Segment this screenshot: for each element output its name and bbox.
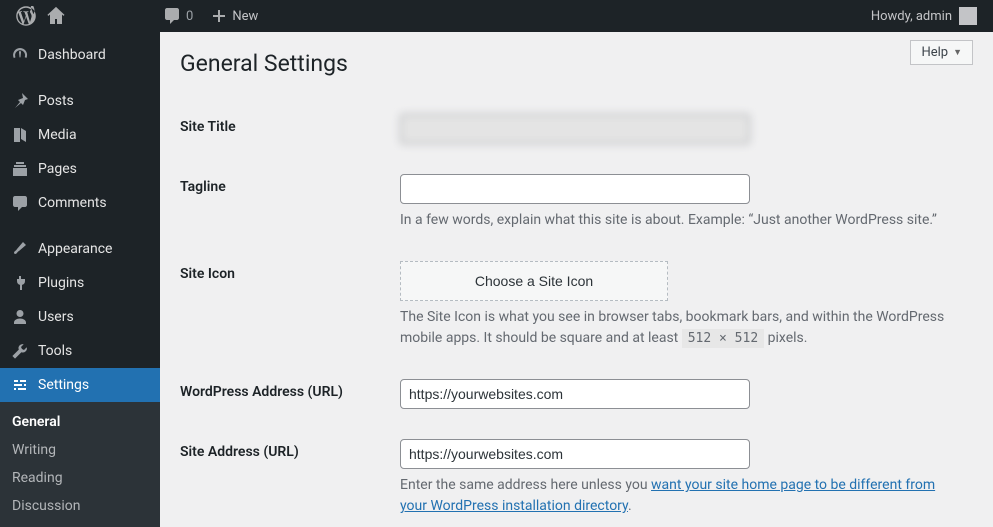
menu-plugins[interactable]: Plugins [0,266,160,300]
home-icon [46,6,66,26]
page-title: General Settings [180,50,973,77]
form-table: Site Title Tagline In a few words, expla… [180,99,973,527]
tagline-description: In a few words, explain what this site i… [400,210,963,231]
site-url-desc-b: . [628,498,632,514]
new-content[interactable]: New [201,0,266,32]
submenu-writing[interactable]: Writing [0,436,160,464]
menu-plugins-label: Plugins [38,275,84,291]
user-icon [10,307,30,327]
tagline-input[interactable] [400,174,750,204]
settings-submenu: General Writing Reading Discussion [0,402,160,527]
new-label: New [232,9,258,24]
dashboard-icon [10,45,30,65]
menu-dashboard[interactable]: Dashboard [0,38,160,72]
site-home[interactable] [44,0,74,32]
avatar [959,7,977,25]
menu-comments-label: Comments [38,195,107,211]
comments-count: 0 [186,9,193,24]
help-tab[interactable]: Help ▼ [910,40,973,65]
wp-url-input[interactable] [400,379,750,409]
sliders-icon [10,375,30,395]
menu-posts[interactable]: Posts [0,84,160,118]
menu-settings-label: Settings [38,377,89,393]
menu-pages[interactable]: Pages [0,152,160,186]
site-icon-desc-a: The Site Icon is what you see in browser… [400,309,944,346]
menu-tools-label: Tools [38,343,72,359]
my-account[interactable]: Howdy, admin [863,0,985,32]
chevron-down-icon: ▼ [953,47,962,58]
site-url-desc-a: Enter the same address here unless you [400,477,651,493]
submenu-reading[interactable]: Reading [0,464,160,492]
menu-tools[interactable]: Tools [0,334,160,368]
menu-appearance-label: Appearance [38,241,112,257]
plug-icon [10,273,30,293]
wordpress-icon [16,6,36,26]
menu-media-label: Media [38,127,77,143]
menu-pages-label: Pages [38,161,77,177]
submenu-general[interactable]: General [0,408,160,436]
site-url-description: Enter the same address here unless you w… [400,475,963,517]
site-title-input[interactable] [400,114,750,144]
menu-appearance[interactable]: Appearance [0,232,160,266]
tagline-label: Tagline [180,159,400,246]
brush-icon [10,239,30,259]
site-url-label: Site Address (URL) [180,424,400,527]
menu-settings[interactable]: Settings [0,368,160,402]
choose-site-icon-button[interactable]: Choose a Site Icon [400,261,668,301]
wp-url-label: WordPress Address (URL) [180,364,400,424]
menu-comments[interactable]: Comments [0,186,160,220]
comment-icon [162,6,182,26]
menu-users[interactable]: Users [0,300,160,334]
wpbody: Help ▼ General Settings Site Title Tagli… [160,32,993,527]
help-label: Help [921,45,948,60]
site-icon-code: 512 × 512 [682,329,764,348]
comments-icon [10,193,30,213]
site-icon-description: The Site Icon is what you see in browser… [400,307,963,349]
submenu-discussion[interactable]: Discussion [0,492,160,520]
menu-users-label: Users [38,309,74,325]
menu-dashboard-label: Dashboard [38,47,106,63]
site-title-label: Site Title [180,99,400,159]
site-icon-desc-b: pixels. [764,330,807,346]
menu-posts-label: Posts [38,93,74,109]
wrench-icon [10,341,30,361]
media-icon [10,125,30,145]
wp-logo[interactable] [8,0,44,32]
site-url-input[interactable] [400,439,750,469]
pin-icon [10,91,30,111]
menu-media[interactable]: Media [0,118,160,152]
adminbar: 0 New Howdy, admin [0,0,993,32]
site-icon-label: Site Icon [180,246,400,364]
plus-icon [209,6,229,26]
pages-icon [10,159,30,179]
adminmenu: Dashboard Posts Media Pages Comments App… [0,32,160,527]
howdy-text: Howdy, admin [871,9,952,24]
comments-bubble[interactable]: 0 [154,0,201,32]
